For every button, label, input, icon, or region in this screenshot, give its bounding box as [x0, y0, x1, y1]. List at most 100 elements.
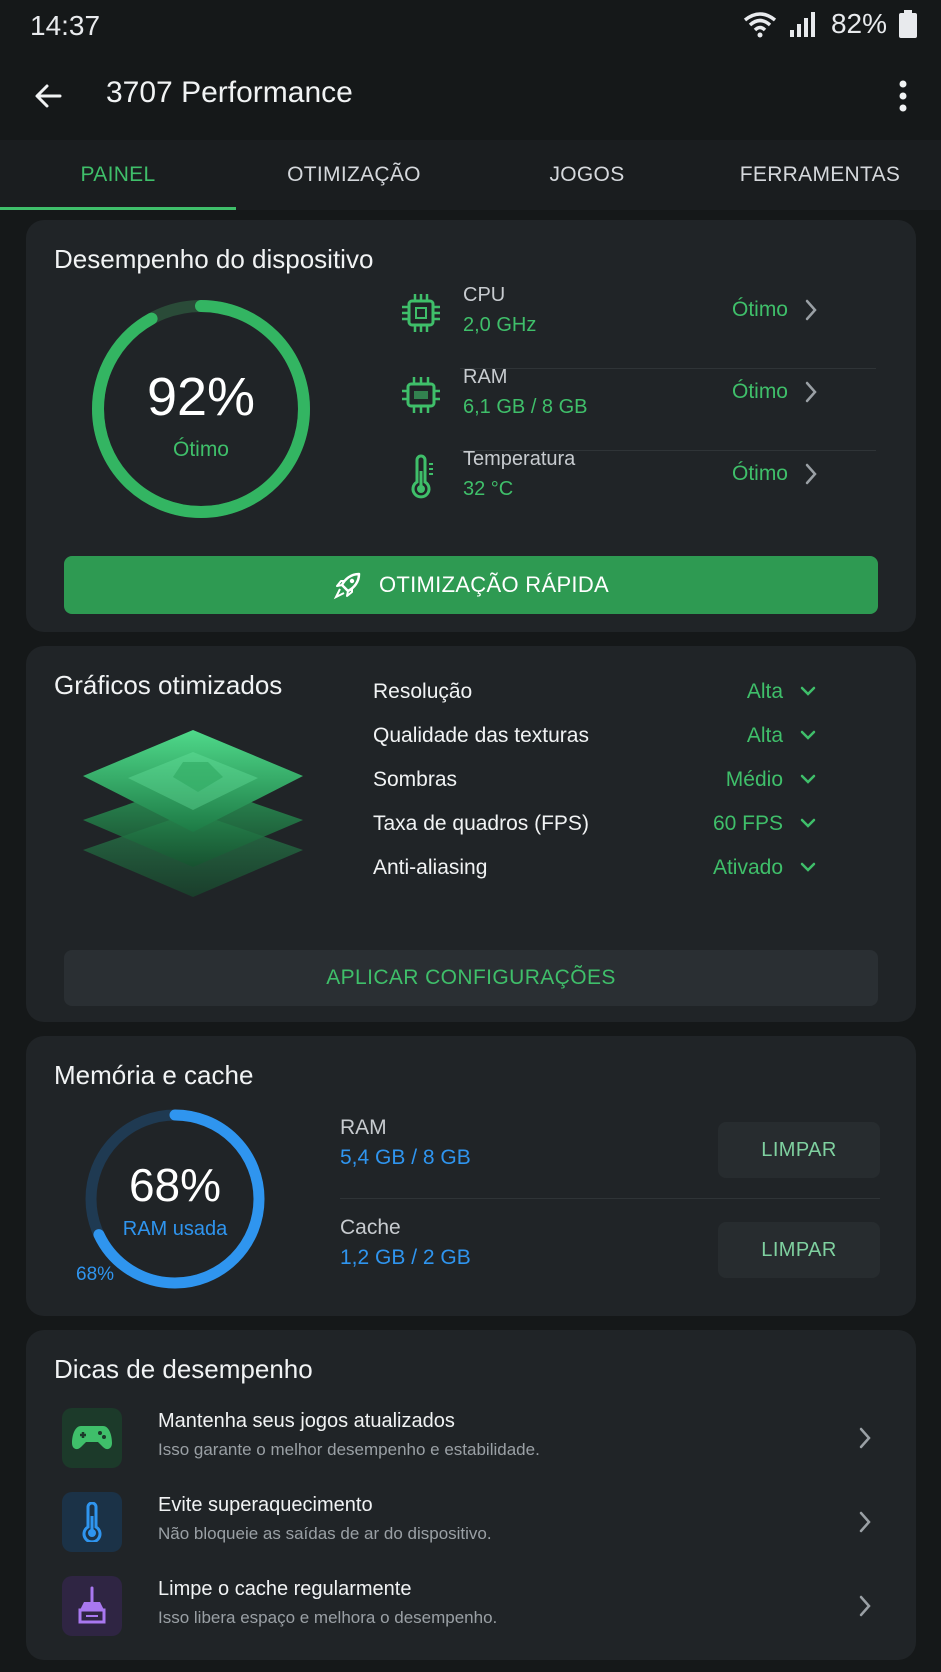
- setting-value: Alta: [746, 724, 783, 747]
- setting-value: Alta: [746, 680, 783, 703]
- chevron-down-icon[interactable]: [799, 770, 817, 788]
- tab-painel[interactable]: PAINEL: [0, 140, 236, 210]
- broom-icon: [78, 1586, 106, 1624]
- chevron-right-icon: [805, 299, 817, 321]
- metric-status-temperature: Ótimo: [731, 462, 788, 485]
- gamepad-icon: [72, 1426, 112, 1450]
- setting-value: Médio: [725, 768, 783, 791]
- thermometer-icon: [82, 1502, 102, 1542]
- clear-cache-button[interactable]: LIMPAR: [718, 1222, 880, 1278]
- setting-row-fps[interactable]: Taxa de quadros (FPS) 60 FPS: [373, 804, 873, 844]
- status-bar: 14:37 82%: [0, 0, 941, 52]
- graphics-title: Gráficos otimizados: [54, 670, 283, 700]
- quick-optimize-label: OTIMIZAÇÃO RÁPIDA: [378, 572, 609, 597]
- tip-icon-box: [62, 1408, 122, 1468]
- tip-icon-box: [62, 1492, 122, 1552]
- chevron-right-icon: [859, 1595, 871, 1617]
- performance-title: Desempenho do dispositivo: [54, 244, 374, 274]
- memory-gauge-label: RAM usada: [122, 1218, 228, 1240]
- signal-icon: [789, 12, 815, 37]
- performance-score: 92%: [146, 367, 256, 427]
- memory-name-ram: RAM: [340, 1116, 387, 1139]
- tip-subtitle: Não bloqueie as saídas de ar do disposit…: [158, 1524, 492, 1543]
- setting-row-textures[interactable]: Qualidade das texturas Alta: [373, 716, 873, 756]
- tab-ferramentas[interactable]: FERRAMENTAS: [702, 140, 938, 210]
- performance-score-label: Ótimo: [172, 438, 229, 461]
- metric-row-temperature[interactable]: Temperatura 32 °C Ótimo: [368, 440, 876, 522]
- chevron-right-icon: [805, 463, 817, 485]
- apply-settings-button[interactable]: APLICAR CONFIGURAÇÕES: [64, 950, 878, 1006]
- memory-value-ram: 5,4 GB / 8 GB: [340, 1146, 471, 1169]
- memory-row-ram: RAM 5,4 GB / 8 GB LIMPAR: [340, 1106, 890, 1202]
- chevron-right-icon: [805, 381, 817, 403]
- tab-jogos[interactable]: JOGOS: [469, 140, 705, 210]
- metric-status-ram: Ótimo: [731, 380, 788, 403]
- cpu-icon: [402, 294, 440, 332]
- battery-percent: 82%: [830, 8, 887, 39]
- graphics-card: Gráficos otimizados Resolução Alta Quali…: [26, 646, 916, 1022]
- performance-card: Desempenho do dispositivo 92% Ótimo CPU …: [26, 220, 916, 632]
- more-vertical-icon[interactable]: [893, 78, 913, 114]
- app-bar: 3707 Performance: [0, 52, 941, 138]
- back-arrow-icon[interactable]: [28, 76, 68, 116]
- setting-value: 60 FPS: [712, 812, 783, 835]
- tip-subtitle: Isso libera espaço e melhora o desempenh…: [158, 1608, 498, 1627]
- tip-item-clear-cache[interactable]: Limpe o cache regularmente Isso libera e…: [62, 1570, 882, 1646]
- setting-name: Resolução: [373, 680, 473, 703]
- ram-chip-icon: [402, 377, 440, 413]
- clear-ram-button[interactable]: LIMPAR: [718, 1122, 880, 1178]
- metric-name-ram: RAM: [463, 366, 508, 388]
- tip-title: Mantenha seus jogos atualizados: [158, 1410, 455, 1432]
- chevron-right-icon: [859, 1511, 871, 1533]
- chevron-down-icon[interactable]: [799, 814, 817, 832]
- rocket-icon: [333, 572, 361, 600]
- metric-value-cpu: 2,0 GHz: [463, 314, 537, 336]
- performance-gauge: 92% Ótimo: [90, 298, 312, 520]
- setting-name: Taxa de quadros (FPS): [373, 812, 589, 835]
- wifi-icon: [743, 12, 777, 38]
- metric-row-ram[interactable]: RAM 6,1 GB / 8 GB Ótimo: [368, 358, 876, 440]
- memory-gauge: 68% RAM usada: [84, 1108, 266, 1290]
- setting-name: Qualidade das texturas: [373, 724, 589, 747]
- battery-icon: [899, 10, 917, 38]
- quick-optimize-button[interactable]: OTIMIZAÇÃO RÁPIDA: [64, 556, 878, 614]
- setting-row-resolution[interactable]: Resolução Alta: [373, 672, 873, 712]
- setting-name: Sombras: [373, 768, 458, 791]
- tip-subtitle: Isso garante o melhor desempenho e estab…: [158, 1440, 540, 1459]
- tip-icon-box: [62, 1576, 122, 1636]
- tab-bar: PAINEL OTIMIZAÇÃO JOGOS FERRAMENTAS: [0, 140, 941, 210]
- metric-status-cpu: Ótimo: [731, 298, 788, 321]
- metric-row-cpu[interactable]: CPU 2,0 GHz Ótimo: [368, 276, 876, 358]
- setting-row-shadows[interactable]: Sombras Médio: [373, 760, 873, 800]
- tip-item-update-games[interactable]: Mantenha seus jogos atualizados Isso gar…: [62, 1402, 882, 1478]
- setting-name: Anti-aliasing: [373, 856, 488, 879]
- status-time: 14:37: [30, 10, 101, 41]
- apply-settings-label: APLICAR CONFIGURAÇÕES: [326, 966, 616, 989]
- memory-card: Memória e cache 68% RAM usada 68% RAM 5,…: [26, 1036, 916, 1316]
- chevron-down-icon[interactable]: [799, 726, 817, 744]
- memory-divider: [340, 1198, 880, 1199]
- tab-otimizacao[interactable]: OTIMIZAÇÃO: [236, 140, 472, 210]
- tip-title: Limpe o cache regularmente: [158, 1578, 412, 1600]
- setting-value: Ativado: [712, 856, 783, 879]
- memory-gauge-small-value: 68%: [76, 1264, 115, 1285]
- tips-title: Dicas de desempenho: [54, 1354, 313, 1384]
- memory-gauge-value: 68%: [128, 1159, 222, 1211]
- memory-row-cache: Cache 1,2 GB / 2 GB LIMPAR: [340, 1206, 890, 1302]
- tip-item-overheating[interactable]: Evite superaquecimento Não bloqueie as s…: [62, 1486, 882, 1562]
- metric-value-ram: 6,1 GB / 8 GB: [463, 396, 588, 418]
- layers-illustration: [83, 730, 303, 897]
- metric-name-temperature: Temperatura: [463, 448, 576, 470]
- memory-name-cache: Cache: [340, 1216, 401, 1239]
- chevron-down-icon[interactable]: [799, 682, 817, 700]
- chevron-down-icon[interactable]: [799, 858, 817, 876]
- memory-value-cache: 1,2 GB / 2 GB: [340, 1246, 471, 1269]
- memory-title: Memória e cache: [54, 1060, 254, 1090]
- setting-row-antialiasing[interactable]: Anti-aliasing Ativado: [373, 848, 873, 888]
- thermometer-icon: [411, 454, 433, 499]
- metric-value-temperature: 32 °C: [463, 478, 514, 500]
- chevron-right-icon: [859, 1427, 871, 1449]
- tip-title: Evite superaquecimento: [158, 1494, 373, 1516]
- status-icons: 82%: [743, 8, 917, 40]
- tab-indicator: [0, 207, 236, 210]
